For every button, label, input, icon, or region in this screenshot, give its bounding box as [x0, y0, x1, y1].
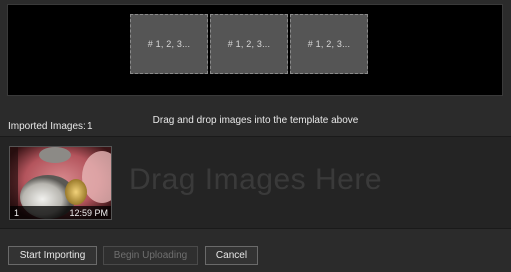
imported-images-count: 1: [87, 121, 93, 132]
template-slot-label: # 1, 2, 3...: [307, 39, 351, 49]
begin-uploading-button[interactable]: Begin Uploading: [103, 246, 198, 265]
template-panel: # 1, 2, 3... # 1, 2, 3... # 1, 2, 3...: [7, 4, 503, 96]
template-slot-label: # 1, 2, 3...: [147, 39, 191, 49]
image-thumbnail[interactable]: 1 12:59 PM: [9, 146, 112, 220]
template-slot-label: # 1, 2, 3...: [227, 39, 271, 49]
imported-images-label: Imported Images:: [8, 121, 86, 132]
template-slot-3[interactable]: # 1, 2, 3...: [290, 14, 368, 74]
template-slot-2[interactable]: # 1, 2, 3...: [210, 14, 288, 74]
cancel-button[interactable]: Cancel: [205, 246, 258, 265]
thumbnail-time: 12:59 PM: [69, 208, 108, 218]
thumbnail-index: 1: [14, 208, 20, 218]
template-slot-1[interactable]: # 1, 2, 3...: [130, 14, 208, 74]
start-importing-button[interactable]: Start Importing: [8, 246, 97, 265]
